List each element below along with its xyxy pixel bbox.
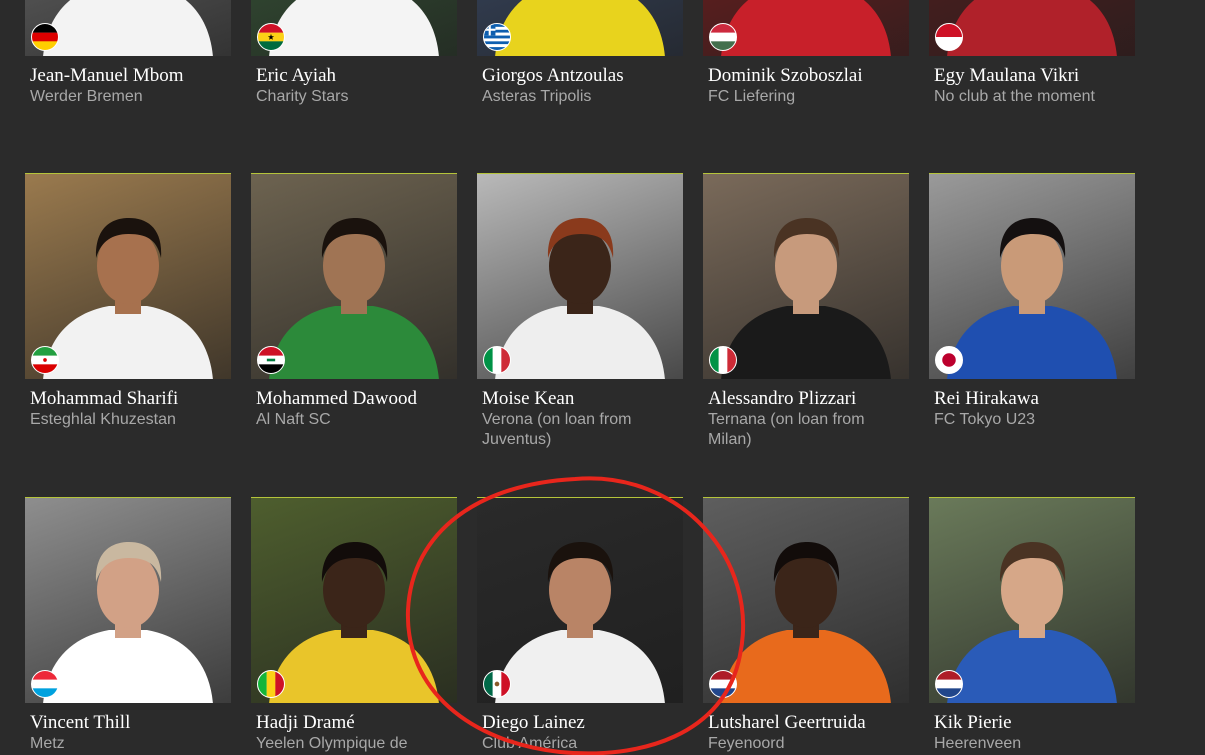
player-club: FC Tokyo U23 xyxy=(934,411,1036,428)
player-photo[interactable] xyxy=(929,173,1135,379)
player-club: Charity Stars xyxy=(256,88,349,105)
player-card[interactable]: Mohammed Dawood Al Naft SC xyxy=(251,173,457,430)
ghana-flag-icon xyxy=(257,23,285,51)
player-name[interactable]: Mohammed Dawood xyxy=(256,388,457,410)
player-silhouette xyxy=(43,542,213,703)
player-name[interactable]: Vincent Thill xyxy=(30,712,231,734)
player-card[interactable]: Rei Hirakawa FC Tokyo U23 xyxy=(929,173,1135,430)
player-silhouette xyxy=(269,218,439,379)
player-photo[interactable] xyxy=(703,0,909,56)
player-club: No club at the moment xyxy=(934,88,1095,105)
player-club: Ternana (on loan from Milan) xyxy=(708,411,865,448)
player-silhouette xyxy=(495,542,665,703)
player-name[interactable]: Kik Pierie xyxy=(934,712,1135,734)
player-card[interactable]: Moise Kean Verona (on loan from Juventus… xyxy=(477,173,683,450)
player-name[interactable]: Hadji Dramé xyxy=(256,712,457,734)
netherlands-flag-icon xyxy=(709,670,737,698)
player-silhouette xyxy=(721,542,891,703)
mexico-flag-icon xyxy=(483,670,511,698)
player-silhouette xyxy=(269,542,439,703)
player-photo[interactable] xyxy=(477,497,683,703)
player-name[interactable]: Mohammad Sharifi xyxy=(30,388,231,410)
player-photo[interactable] xyxy=(929,497,1135,703)
player-name[interactable]: Alessandro Plizzari xyxy=(708,388,909,410)
player-club: Feyenoord xyxy=(708,735,785,752)
player-club: Asteras Tripolis xyxy=(482,88,592,105)
player-photo[interactable] xyxy=(477,0,683,56)
player-name[interactable]: Giorgos Antzoulas xyxy=(482,65,683,87)
player-card[interactable]: Lutsharel Geertruida Feyenoord xyxy=(703,497,909,754)
player-card[interactable]: Dominik Szoboszlai FC Liefering xyxy=(703,0,909,107)
player-club: Werder Bremen xyxy=(30,88,143,105)
player-card[interactable]: Diego Lainez Club América xyxy=(477,497,683,754)
player-photo[interactable] xyxy=(25,173,231,379)
player-photo[interactable] xyxy=(477,173,683,379)
player-club: Metz xyxy=(30,735,65,752)
iraq-flag-icon xyxy=(257,346,285,374)
luxembourg-flag-icon xyxy=(31,670,59,698)
germany-flag-icon xyxy=(31,23,59,51)
player-club: Yeelen Olympique de xyxy=(256,735,408,752)
player-club: FC Liefering xyxy=(708,88,796,105)
italy-flag-icon xyxy=(709,346,737,374)
player-name[interactable]: Lutsharel Geertruida xyxy=(708,712,909,734)
player-name[interactable]: Dominik Szoboszlai xyxy=(708,65,909,87)
player-name[interactable]: Eric Ayiah xyxy=(256,65,457,87)
japan-flag-icon xyxy=(935,346,963,374)
player-photo[interactable] xyxy=(251,0,457,56)
player-card[interactable]: Hadji Dramé Yeelen Olympique de xyxy=(251,497,457,754)
player-card[interactable]: Mohammad Sharifi Esteghlal Khuzestan xyxy=(25,173,231,430)
player-silhouette xyxy=(495,218,665,379)
player-photo[interactable] xyxy=(929,0,1135,56)
greece-flag-icon xyxy=(483,23,511,51)
indonesia-flag-icon xyxy=(935,23,963,51)
player-club: Al Naft SC xyxy=(256,411,331,428)
player-card[interactable]: Alessandro Plizzari Ternana (on loan fro… xyxy=(703,173,909,450)
player-club: Club América xyxy=(482,735,578,752)
player-photo[interactable] xyxy=(251,173,457,379)
player-photo[interactable] xyxy=(25,497,231,703)
player-photo[interactable] xyxy=(703,497,909,703)
player-photo[interactable] xyxy=(251,497,457,703)
iran-flag-icon xyxy=(31,346,59,374)
netherlands-flag-icon xyxy=(935,670,963,698)
player-silhouette xyxy=(947,542,1117,703)
player-name[interactable]: Jean-Manuel Mbom xyxy=(30,65,231,87)
hungary-flag-icon xyxy=(709,23,737,51)
mali-flag-icon xyxy=(257,670,285,698)
player-name[interactable]: Moise Kean xyxy=(482,388,683,410)
player-card[interactable]: Vincent Thill Metz xyxy=(25,497,231,754)
player-card[interactable]: Jean-Manuel Mbom Werder Bremen xyxy=(25,0,231,107)
player-club: Esteghlal Khuzestan xyxy=(30,411,176,428)
player-card[interactable]: Eric Ayiah Charity Stars xyxy=(251,0,457,107)
player-card[interactable]: Kik Pierie Heerenveen xyxy=(929,497,1135,754)
player-silhouette xyxy=(721,218,891,379)
player-club: Verona (on loan from Juventus) xyxy=(482,411,632,448)
player-silhouette xyxy=(43,218,213,379)
player-name[interactable]: Diego Lainez xyxy=(482,712,683,734)
player-name[interactable]: Rei Hirakawa xyxy=(934,388,1135,410)
player-card[interactable]: Giorgos Antzoulas Asteras Tripolis xyxy=(477,0,683,107)
player-photo[interactable] xyxy=(25,0,231,56)
player-silhouette xyxy=(947,218,1117,379)
player-card[interactable]: Egy Maulana Vikri No club at the moment xyxy=(929,0,1135,107)
player-name[interactable]: Egy Maulana Vikri xyxy=(934,65,1135,87)
italy-flag-icon xyxy=(483,346,511,374)
player-club: Heerenveen xyxy=(934,735,1022,752)
player-photo[interactable] xyxy=(703,173,909,379)
